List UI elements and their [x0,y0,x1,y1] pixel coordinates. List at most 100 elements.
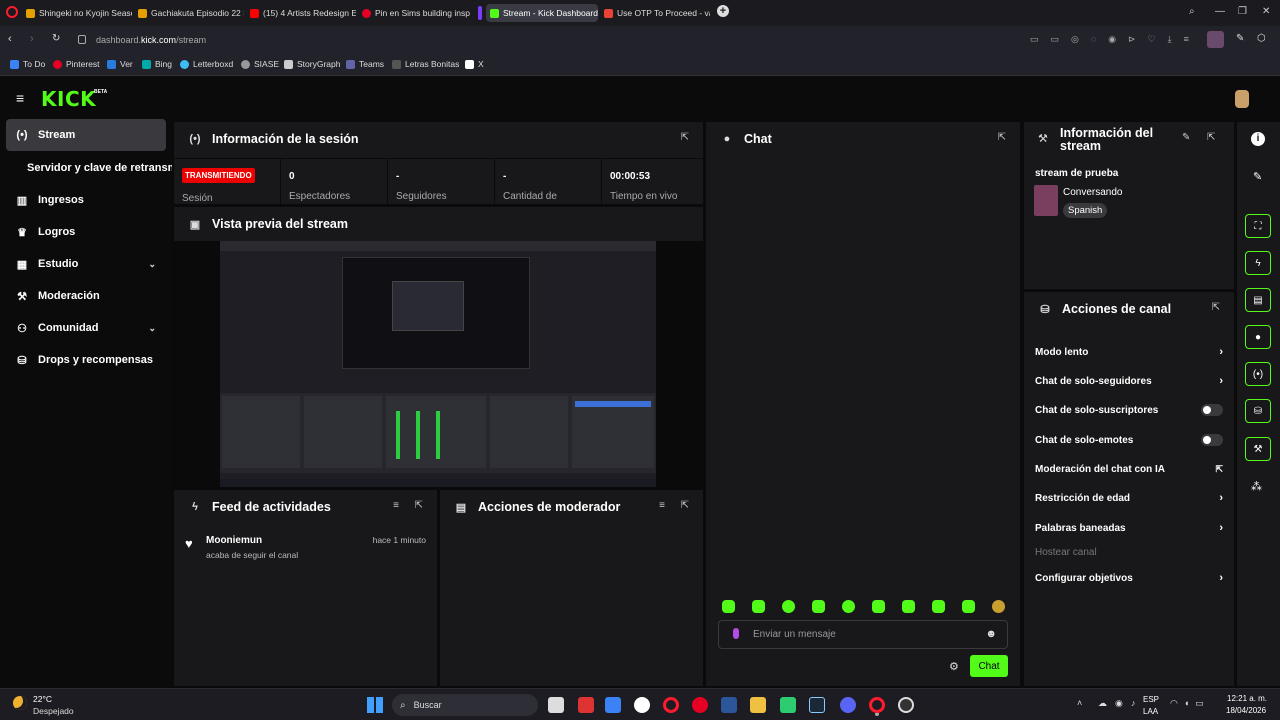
emoji-icon[interactable]: ☻ [985,628,997,640]
browser-tab-active[interactable]: Stream - Kick Dashboard [486,4,598,22]
minimize-icon[interactable]: — [1215,6,1225,17]
app-green-icon[interactable] [780,697,796,713]
maximize-icon[interactable]: ❐ [1238,6,1247,17]
rail-button-activity[interactable]: ϟ [1245,251,1271,275]
discord-icon[interactable] [840,697,856,713]
windows-start-icon[interactable] [367,697,383,713]
reload-icon[interactable]: ↻ [52,33,60,44]
rail-button-broadcast[interactable]: (•) [1245,362,1271,386]
toggle-switch[interactable] [1201,404,1223,416]
sidebar-item-server-key[interactable]: Servidor y clave de retransmisión [27,153,172,183]
browser-tab[interactable]: Gachiakuta Episodio 22 Su [134,4,244,22]
emote-icon[interactable] [722,600,735,613]
hamburger-menu-icon[interactable]: ≡ [16,91,24,105]
emote-icon[interactable] [962,600,975,613]
app-red-icon[interactable] [578,697,594,713]
rail-button-notes[interactable]: ▤ [1245,288,1271,312]
popout-icon[interactable]: ⇱ [998,132,1006,143]
opera-gx-icon[interactable] [869,697,885,713]
pen-icon[interactable]: ✎ [1236,33,1244,44]
popout-icon[interactable]: ⇱ [681,500,689,511]
tray-icons[interactable]: ☁◉♪ [1098,698,1143,709]
new-tab-icon[interactable]: + [717,5,729,17]
emote-icon[interactable] [992,600,1005,613]
info-icon[interactable]: i [1251,132,1265,146]
sidebar-item-moderacion[interactable]: ⚒ Moderación [6,281,166,311]
channel-action-goals[interactable]: Configurar objetivos › [1035,568,1223,588]
rail-button-channel[interactable]: ⛁ [1245,399,1271,423]
popout-icon[interactable]: ⇱ [1207,132,1215,143]
bookmark-item[interactable]: X [465,59,484,69]
share-icon[interactable]: ⁂ [1251,480,1262,493]
kick-logo[interactable]: KICK [41,87,96,111]
steam-icon[interactable] [809,697,825,713]
bookmark-item[interactable]: Bing [142,59,172,69]
filter-icon[interactable]: ≡ [393,500,399,511]
taskbar-search[interactable]: ⌕ Buscar [392,694,538,716]
app-doc-icon[interactable] [605,697,621,713]
tray-chevron-icon[interactable]: ˄ [1077,698,1082,708]
channel-action-ai-moderation[interactable]: Moderación del chat con IA ⇱ [1035,459,1223,479]
stream-preview-video[interactable] [220,241,656,487]
word-icon[interactable] [721,697,737,713]
microphone-icon[interactable] [733,628,739,639]
emote-icon[interactable] [782,600,795,613]
bookmark-item[interactable]: Letterboxd [180,59,233,69]
sidebar-item-stream[interactable]: (•) Stream [6,119,166,151]
chatgpt-icon[interactable] [634,697,650,713]
rail-button-chat[interactable]: ● [1245,325,1271,349]
channel-action-banned-words[interactable]: Palabras baneadas › [1035,518,1223,538]
channel-action-age-restriction[interactable]: Restricción de edad › [1035,488,1223,508]
sidebar-item-ingresos[interactable]: ▥ Ingresos [6,185,166,215]
emote-icon[interactable] [902,600,915,613]
bookmark-item[interactable]: SIASE [241,59,279,69]
filter-icon[interactable]: ≡ [659,500,665,511]
sidebar-item-comunidad[interactable]: ⚇ Comunidad ⌄ [6,313,166,343]
box-icon[interactable]: ⬡ [1257,33,1266,44]
pinterest-taskbar-icon[interactable] [692,697,708,713]
popout-icon[interactable]: ⇱ [681,132,689,143]
opera-taskbar-icon[interactable] [663,697,679,713]
close-window-icon[interactable]: ✕ [1262,6,1270,17]
channel-action-subscribers-only[interactable]: Chat de solo-suscriptores [1035,400,1223,420]
chat-send-button[interactable]: Chat [970,655,1008,677]
forward-icon[interactable]: › [30,33,34,45]
search-tabs-icon[interactable]: ⌕ [1189,6,1195,17]
back-icon[interactable]: ‹ [8,33,12,45]
chat-input[interactable]: Enviar un mensaje ☻ [718,620,1008,649]
network-sound-battery-icons[interactable]: ◠◖▭ [1170,698,1210,709]
bookmark-item[interactable]: To Do [10,59,45,69]
browser-tab[interactable]: Shingeki no Kyojin Season [22,4,132,22]
opera-logo-icon[interactable] [6,6,18,18]
emote-icon[interactable] [842,600,855,613]
rail-button-screenshot[interactable]: ⛶ [1245,214,1271,238]
chat-settings-icon[interactable]: ⚙ [949,660,959,673]
extensions-icon[interactable]: ▭▭◎◌◉⊳♡⤓≡ [1030,34,1201,45]
edit-icon[interactable]: ✎ [1182,132,1190,143]
bookmark-item[interactable]: Pinterest [53,59,100,69]
obs-icon[interactable] [898,697,914,713]
browser-tab[interactable]: Use OTP To Proceed - vain [600,4,710,22]
sidebar-item-logros[interactable]: ♛ Logros [6,217,166,247]
sidebar-item-estudio[interactable]: ▦ Estudio ⌄ [6,249,166,279]
sidebar-item-drops[interactable]: ⛁ Drops y recompensas [6,345,166,375]
category-thumbnail[interactable] [1034,185,1058,216]
profile-avatar[interactable] [1207,31,1224,48]
browser-tab[interactable]: (15) 4 Artists Redesign Eac [246,4,356,22]
toggle-switch[interactable] [1201,434,1223,446]
channel-action-slow-mode[interactable]: Modo lento › [1035,342,1223,362]
category-name[interactable]: Conversando [1063,187,1122,198]
channel-action-followers-only[interactable]: Chat de solo-seguidores › [1035,371,1223,391]
emote-icon[interactable] [812,600,825,613]
emote-icon[interactable] [932,600,945,613]
file-explorer-icon[interactable] [750,697,766,713]
popout-icon[interactable]: ⇱ [1212,302,1220,313]
bookmark-item[interactable]: StoryGraph [284,59,340,69]
user-avatar[interactable] [1235,90,1249,108]
taskview-icon[interactable] [548,697,564,713]
emote-icon[interactable] [872,600,885,613]
bookmark-item[interactable]: Letras Bonitas [392,59,459,69]
rail-button-moderation[interactable]: ⚒ [1245,437,1271,461]
browser-tab[interactable]: Pin en Sims building inspo [358,4,470,22]
popout-icon[interactable]: ⇱ [415,500,423,511]
